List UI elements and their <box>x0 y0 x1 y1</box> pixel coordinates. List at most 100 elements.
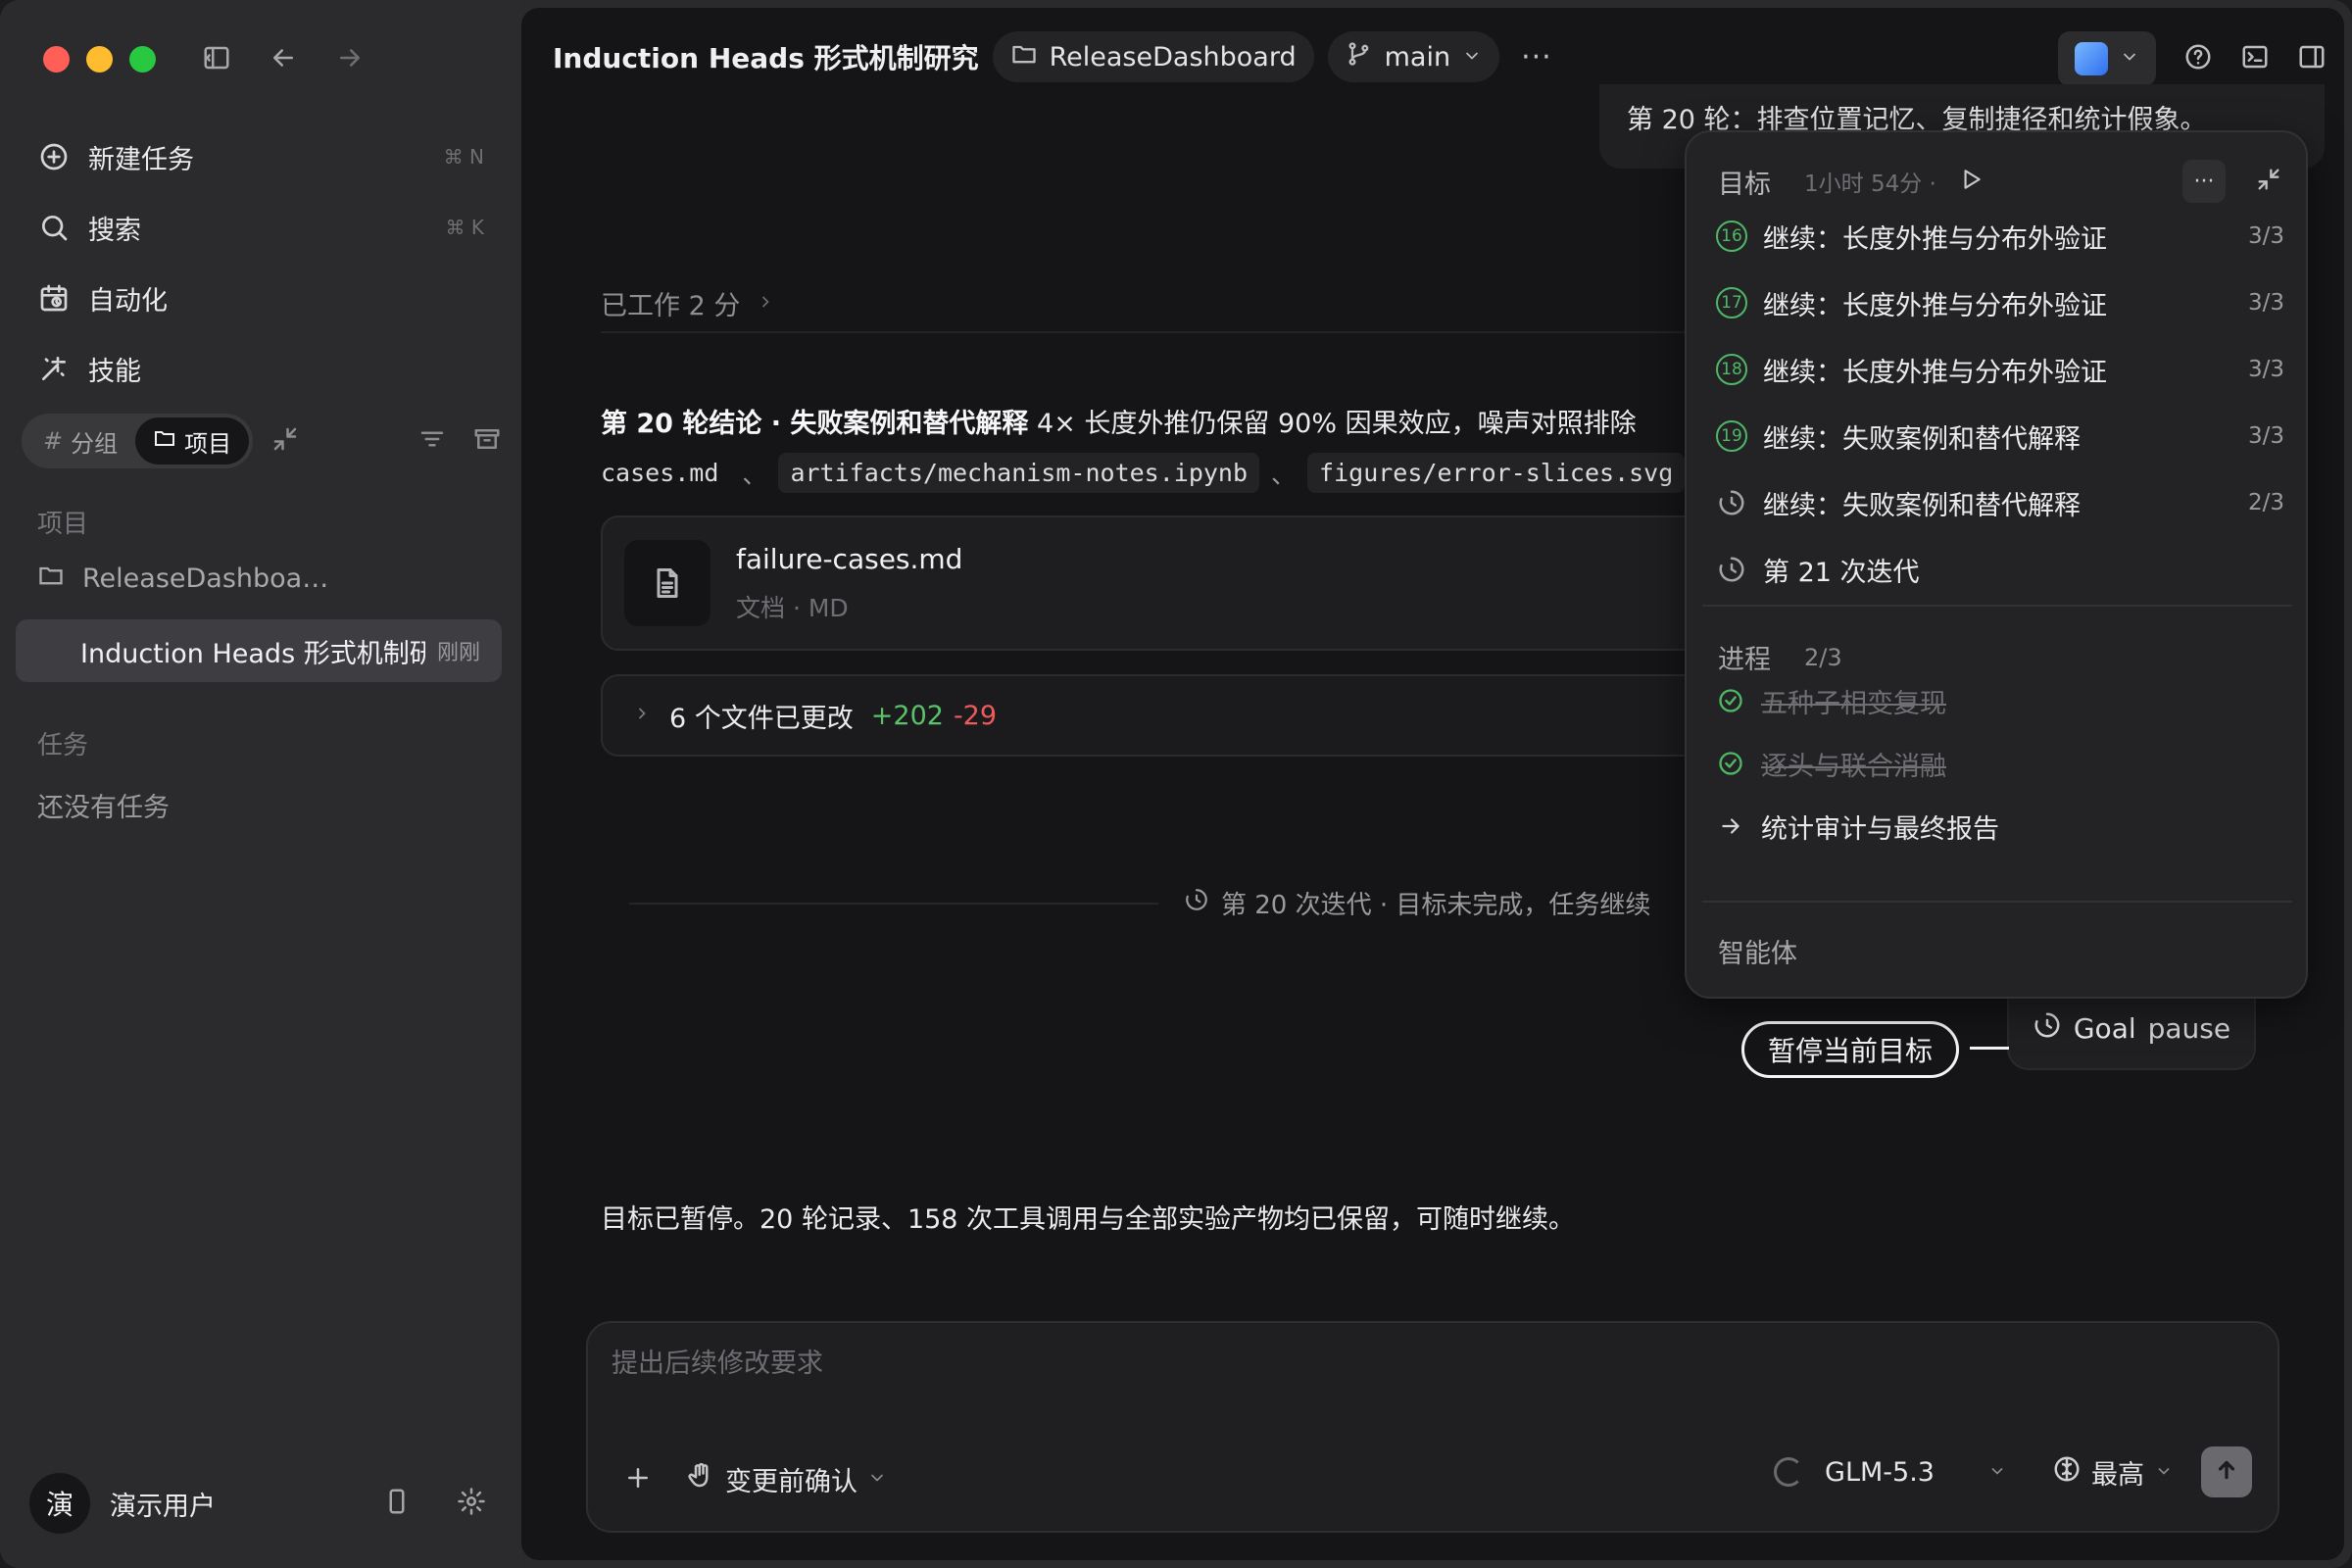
file-ref[interactable]: artifacts/mechanism-notes.ipynb <box>778 453 1260 493</box>
divider <box>1702 901 2292 903</box>
chevron-down-icon <box>1462 42 1482 73</box>
chevron-down-icon <box>867 1464 887 1494</box>
toggle-sidebar-icon[interactable] <box>198 39 235 76</box>
help-icon[interactable] <box>2183 42 2213 75</box>
sidebar-item-skills[interactable]: 技能 <box>24 333 498 404</box>
sidebar-item-automation[interactable]: 自动化 <box>24 263 498 333</box>
tab-label: 分组 <box>71 429 119 458</box>
play-icon[interactable] <box>1958 167 1984 196</box>
hash-icon: # <box>43 427 64 455</box>
iteration-label: 第 21 次迭代 <box>1763 557 1920 588</box>
close-window-button[interactable] <box>43 46 70 73</box>
back-arrow-icon[interactable] <box>265 39 302 76</box>
goal-panel-header: 目标 1小时 54分 · ··· <box>1718 160 2282 203</box>
iteration-item[interactable]: 17 继续：长度外推与分布外验证 3/3 <box>1716 270 2284 336</box>
more-options-button[interactable]: ··· <box>2182 160 2226 203</box>
progress-item[interactable]: 五种子相变复现 <box>1716 669 2265 732</box>
user-footer: 演 演示用户 <box>29 1472 486 1535</box>
iteration-number-badge: 18 <box>1716 354 1747 385</box>
forward-arrow-icon[interactable] <box>331 39 368 76</box>
iteration-count: 3/3 <box>2247 357 2284 382</box>
tasks-header: 任务 <box>37 731 89 760</box>
model-selector[interactable]: GLM-5.3 <box>1825 1457 2007 1488</box>
check-circle-icon <box>1716 686 1745 715</box>
progress-item[interactable]: 逐头与联合消融 <box>1716 732 2265 795</box>
composer-right-tools: GLM-5.3 最高 <box>1774 1446 2252 1497</box>
sidebar-item-label: 技能 <box>88 356 141 387</box>
collapse-icon[interactable] <box>270 424 300 458</box>
progress-item[interactable]: 统计审计与最终报告 <box>1716 795 2265 858</box>
iteration-item[interactable]: 19 继续：失败案例和替代解释 3/3 <box>1716 403 2284 469</box>
file-attachment-card[interactable]: failure-cases.md 文档 · MD <box>601 515 1757 651</box>
file-references: cases.md 、 artifacts/mechanism-notes.ipy… <box>601 453 1686 493</box>
iteration-status: 第 20 次迭代 · 目标未完成，任务继续 <box>629 885 1854 921</box>
project-item-induction-heads[interactable]: Induction Heads 形式机制研 刚刚 <box>16 619 502 682</box>
projects-header: 项目 <box>37 510 89 539</box>
progress-list: 五种子相变复现 逐头与联合消融 统计审计与最终报告 <box>1716 669 2265 858</box>
sidebar-list-actions <box>417 424 502 458</box>
iteration-number-badge: 19 <box>1716 420 1747 452</box>
collapse-icon[interactable] <box>2255 166 2282 197</box>
model-label: GLM-5.3 <box>1825 1456 1935 1488</box>
file-ref[interactable]: cases.md <box>601 453 730 493</box>
sidebar-nav: 新建任务 ⌘ N 搜索 ⌘ K 自动化 技能 <box>24 122 498 404</box>
send-button[interactable] <box>2201 1446 2252 1497</box>
device-icon[interactable] <box>382 1487 412 1520</box>
worked-duration[interactable]: 已工作 2 分 <box>601 284 775 322</box>
iteration-label: 继续：长度外推与分布外验证 <box>1763 223 2107 255</box>
arrow-up-icon <box>2214 1457 2239 1487</box>
user-name[interactable]: 演示用户 <box>110 1485 382 1523</box>
archive-icon[interactable] <box>472 424 502 458</box>
callout-connector <box>1970 1047 2009 1050</box>
zoom-window-button[interactable] <box>129 46 156 73</box>
avatar[interactable]: 演 <box>29 1473 90 1534</box>
assistant-message: 目标已暂停。20 轮记录、158 次工具调用与全部实验产物均已保留，可随时继续。 <box>601 1204 1576 1235</box>
loop-icon <box>1184 887 1209 919</box>
goal-elapsed: 1小时 54分 · <box>1804 172 1936 197</box>
minimize-window-button[interactable] <box>86 46 113 73</box>
iteration-item[interactable]: 18 继续：长度外推与分布外验证 3/3 <box>1716 336 2284 403</box>
confirm-mode-label: 变更前确认 <box>725 1467 858 1497</box>
gear-icon[interactable] <box>457 1487 486 1520</box>
automation-icon <box>37 281 71 315</box>
sidebar: 新建任务 ⌘ N 搜索 ⌘ K 自动化 技能 # 分组 项目 项目 Releas… <box>0 0 521 1568</box>
progress-label: 逐头与联合消融 <box>1761 751 1946 782</box>
iteration-label: 继续：失败案例和替代解释 <box>1763 490 2081 521</box>
skills-icon <box>37 352 71 385</box>
files-changed-summary[interactable]: 6 个文件已更改 +202 -29 <box>601 674 1757 757</box>
tab-project[interactable]: 项目 <box>135 417 250 465</box>
file-ref[interactable]: figures/error-slices.svg <box>1307 453 1686 493</box>
project-chip[interactable]: ReleaseDashboard <box>992 31 1314 82</box>
project-item-releasedashboard[interactable]: ReleaseDashboa… <box>16 547 502 610</box>
sidebar-item-label: 新建任务 <box>88 144 194 175</box>
branch-selector[interactable]: main <box>1327 31 1500 82</box>
add-attachment-icon[interactable] <box>623 1463 653 1496</box>
iteration-count: 3/3 <box>2247 290 2284 316</box>
sidebar-item-label: 自动化 <box>88 285 168 317</box>
agents-section-header: 智能体 <box>1718 932 1797 970</box>
project-label: ReleaseDashboa… <box>82 563 329 594</box>
iteration-item[interactable]: 16 继续：长度外推与分布外验证 3/3 <box>1716 203 2284 270</box>
iteration-item[interactable]: 第 21 次迭代 <box>1716 536 2284 603</box>
terminal-icon[interactable] <box>2240 42 2270 75</box>
iteration-list: 16 继续：长度外推与分布外验证 3/3 17 继续：长度外推与分布外验证 3/… <box>1716 203 2284 603</box>
goal-chip-label: Goal <box>2073 1011 2136 1045</box>
reasoning-effort-selector[interactable]: 最高 <box>2052 1453 2174 1492</box>
sidebar-item-label: 搜索 <box>88 215 141 246</box>
tasks-empty-text: 还没有任务 <box>37 793 170 823</box>
confirm-mode-selector[interactable]: 变更前确认 <box>686 1460 887 1498</box>
more-options-button[interactable]: ··· <box>1521 40 1552 74</box>
sidebar-item-search[interactable]: 搜索 ⌘ K <box>24 192 498 263</box>
iteration-item[interactable]: 继续：失败案例和替代解释 2/3 <box>1716 469 2284 536</box>
lines-added: +202 <box>870 700 944 731</box>
sidebar-item-new-task[interactable]: 新建任务 ⌘ N <box>24 122 498 192</box>
filter-icon[interactable] <box>417 424 447 458</box>
goal-pause-chip[interactable]: Goal pause <box>2007 988 2256 1070</box>
app-window: 新建任务 ⌘ N 搜索 ⌘ K 自动化 技能 # 分组 项目 项目 Releas… <box>0 0 2352 1568</box>
toggle-right-panel-icon[interactable] <box>2297 42 2327 75</box>
tab-group[interactable]: # 分组 <box>25 417 135 465</box>
open-in-app-button[interactable] <box>2058 31 2156 86</box>
composer: 变更前确认 GLM-5.3 最高 <box>586 1321 2279 1533</box>
follow-up-input[interactable] <box>612 1348 2180 1379</box>
header-actions <box>2058 31 2327 86</box>
